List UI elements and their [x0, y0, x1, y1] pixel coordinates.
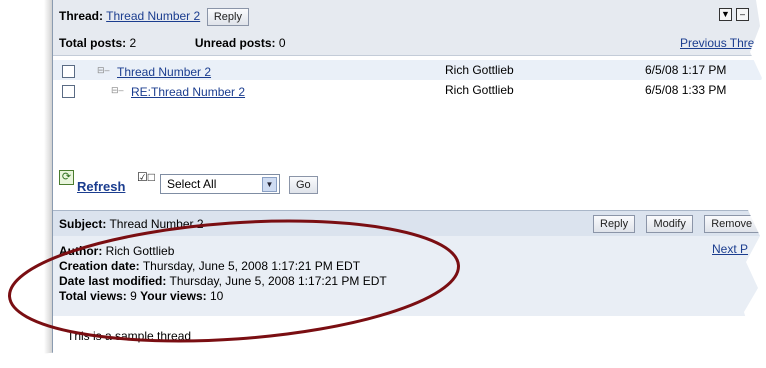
torn-right-edge: [740, 0, 766, 368]
screenshot-decorations: [0, 0, 766, 368]
torn-bottom-edge: [0, 348, 766, 368]
annotation-ring: [8, 219, 460, 343]
